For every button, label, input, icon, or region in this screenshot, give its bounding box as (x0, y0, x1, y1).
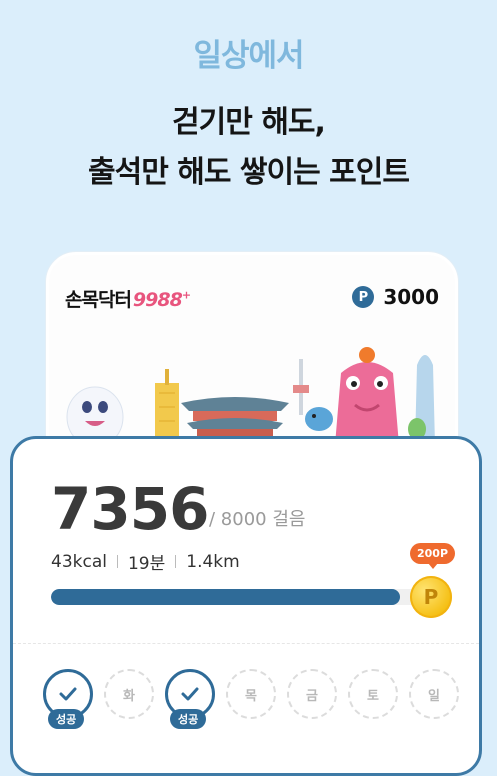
points-icon: P (352, 286, 375, 308)
reward-badge: 200P (410, 543, 456, 569)
headline: 걷기만 해도, 출석만 해도 쌓이는 포인트 (0, 98, 497, 198)
step-goal: / 8000 걸음 (209, 509, 306, 530)
day-circle[interactable]: 금 (287, 669, 337, 719)
weekly-attendance: 성공 화성공 목 금 토 일 (43, 669, 473, 749)
section-divider (13, 643, 479, 644)
check-icon (59, 687, 77, 701)
brand-text: 손목닥터 (65, 289, 132, 311)
day-label: 목 (245, 688, 257, 704)
brand-logo: 손목닥터 9988+ (65, 285, 191, 312)
city-illustration (66, 347, 435, 445)
steps-card: 7356 / 8000 걸음 43kcal 19분 1.4km 200P P 성… (10, 436, 482, 776)
day-label: 금 (306, 688, 318, 704)
distance-value: 1.4km (186, 551, 240, 572)
day-circle[interactable]: 토 (348, 669, 398, 719)
coin-icon[interactable]: P (410, 576, 452, 618)
stats-divider (116, 555, 118, 568)
check-icon (181, 687, 199, 701)
tower-icon (155, 369, 179, 445)
radio-tower-icon (293, 359, 309, 415)
step-progress-fill (51, 589, 401, 605)
duration-value: 19분 (127, 554, 166, 574)
headline-line-1: 걷기만 해도, (172, 105, 326, 140)
day-label: 일 (428, 688, 440, 704)
brand-number: 9988 (132, 289, 183, 311)
monster-mascot-icon (335, 347, 399, 445)
day-circle[interactable]: 일 (409, 669, 459, 719)
step-progress-bar (51, 589, 431, 605)
stats-divider (175, 555, 177, 568)
eyebrow-title: 일상에서 (193, 38, 304, 74)
day-circle[interactable]: 화 (104, 669, 154, 719)
activity-stats: 43kcal 19분 1.4km (51, 549, 240, 575)
points-balance[interactable]: P 3000 (352, 285, 439, 309)
fish-mascot-icon (305, 407, 333, 431)
headline-line-2: 출석만 해도 쌓이는 포인트 (88, 155, 410, 190)
success-tag: 성공 (170, 709, 207, 729)
step-count: 7356 (51, 475, 209, 543)
day-label: 화 (123, 688, 135, 704)
points-value: 3000 (383, 285, 439, 309)
day-circle[interactable]: 목 (226, 669, 276, 719)
success-tag: 성공 (48, 709, 85, 729)
calories-value: 43kcal (51, 551, 107, 572)
day-label: 토 (367, 688, 379, 704)
brand-plus: + (181, 288, 191, 302)
